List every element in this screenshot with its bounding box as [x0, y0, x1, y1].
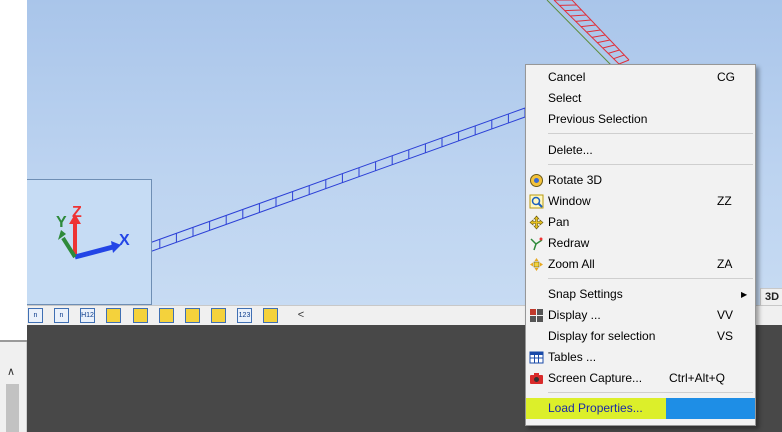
menu-item-redraw[interactable]: Redraw	[526, 233, 755, 254]
plate-tool-button[interactable]	[185, 308, 200, 323]
menu-separator	[548, 392, 753, 393]
menu-item-label: Rotate 3D	[548, 173, 603, 187]
axis-z-label: Z	[72, 204, 82, 221]
menu-item-previous-selection[interactable]: Previous Selection	[526, 109, 755, 130]
menu-item-label: Pan	[548, 215, 570, 229]
model-tree-panel	[0, 0, 28, 342]
menu-separator	[548, 164, 753, 165]
menu-item-rotate-3d[interactable]: Rotate 3D	[526, 170, 755, 191]
menu-item-shortcut: Ctrl+Alt+Q	[669, 371, 726, 385]
menu-item-display[interactable]: Display ... VV	[526, 305, 755, 326]
redraw-icon	[530, 237, 543, 251]
menu-item-screen-capture[interactable]: Screen Capture... Ctrl+Alt+Q	[526, 368, 755, 389]
scrollbar-thumb[interactable]	[6, 384, 19, 432]
axis-x-label: X	[119, 232, 130, 249]
menu-item-window[interactable]: Window ZZ	[526, 191, 755, 212]
pan-icon	[529, 215, 544, 230]
menu-item-label: Snap Settings	[548, 287, 623, 301]
menu-item-label: Zoom All	[548, 257, 595, 271]
menu-item-load-properties[interactable]: Load Properties...	[526, 398, 755, 419]
number-tool-button[interactable]: 123	[237, 308, 252, 323]
menu-separator	[548, 133, 753, 134]
tables-icon	[529, 351, 544, 364]
dimension-left-tool-button[interactable]: n	[28, 308, 43, 323]
menu-item-label: Select	[548, 91, 582, 105]
menu-item-label: Window	[548, 194, 591, 208]
zoom-window-icon	[529, 194, 544, 209]
toolbar-scroll-left-button[interactable]: <	[293, 306, 309, 324]
menu-item-shortcut: ZZ	[717, 194, 732, 208]
display-icon	[530, 309, 543, 322]
camera-icon	[530, 373, 543, 384]
menu-item-label: Delete...	[548, 143, 593, 157]
line-tool-button[interactable]	[211, 308, 226, 323]
menu-item-delete[interactable]: Delete...	[526, 140, 755, 161]
menu-item-shortcut: VV	[717, 308, 734, 322]
axis-y-label: Y	[56, 214, 67, 231]
menu-item-shortcut: ZA	[717, 257, 733, 271]
menu-separator	[548, 278, 753, 279]
scroll-up-arrow-icon[interactable]: ∧	[7, 365, 15, 378]
menu-item-tables[interactable]: Tables ...	[526, 347, 755, 368]
brace-tool-button[interactable]	[133, 308, 148, 323]
context-menu: Cancel CG Select Previous Selection Dele…	[525, 64, 756, 426]
slab-tool-button[interactable]	[106, 308, 121, 323]
grid-tool-button[interactable]	[263, 308, 278, 323]
menu-item-label: Display for selection	[548, 329, 656, 343]
menu-item-label: Cancel	[548, 70, 586, 84]
menu-item-label: Display ...	[548, 308, 601, 322]
menu-item-label: Load Properties...	[548, 401, 643, 415]
frame-tool-button[interactable]	[159, 308, 174, 323]
menu-item-label: Screen Capture...	[548, 371, 643, 385]
menu-item-cancel[interactable]: Cancel CG	[526, 67, 755, 88]
menu-item-snap-settings[interactable]: Snap Settings ▶	[526, 284, 755, 305]
menu-item-zoom-all[interactable]: Zoom All ZA	[526, 254, 755, 275]
menu-item-label: Tables ...	[548, 350, 597, 364]
h12-tool-button[interactable]: H12	[80, 308, 95, 323]
axis-triad: Z Y X	[27, 179, 152, 305]
menu-item-label: Previous Selection	[548, 112, 648, 126]
dimension-tool-button[interactable]: n	[54, 308, 69, 323]
menu-item-shortcut: CG	[717, 70, 735, 84]
menu-item-pan[interactable]: Pan	[526, 212, 755, 233]
submenu-arrow-icon: ▶	[741, 290, 748, 299]
menu-item-label: Redraw	[548, 236, 590, 250]
zoom-all-icon	[530, 258, 543, 271]
menu-item-shortcut: VS	[717, 329, 734, 343]
menu-item-display-for-selection[interactable]: Display for selection VS	[526, 326, 755, 347]
rotate-3d-icon	[530, 174, 543, 187]
menu-item-select[interactable]: Select	[526, 88, 755, 109]
